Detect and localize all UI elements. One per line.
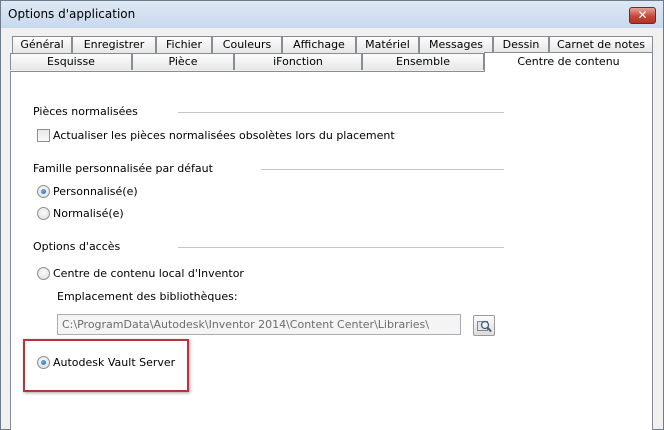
browse-folder-magnifier-icon bbox=[477, 319, 492, 333]
section-divider bbox=[178, 247, 504, 248]
radio-personnalise[interactable] bbox=[37, 185, 50, 198]
tab-piece[interactable]: Pièce bbox=[132, 53, 234, 70]
vault-server-highlight-box bbox=[23, 339, 189, 392]
section-title-default-family: Famille personnalisée par défaut bbox=[33, 162, 213, 175]
section-divider bbox=[261, 169, 504, 170]
tab-enregistrer[interactable]: Enregistrer bbox=[72, 36, 156, 53]
section-title-access-options: Options d'accès bbox=[33, 240, 121, 253]
application-options-window: Options d'application ✕ Général Enregist… bbox=[0, 0, 664, 430]
radio-personnalise-label: Personnalisé(e) bbox=[53, 185, 138, 198]
radio-normalise[interactable] bbox=[37, 207, 50, 220]
tab-dessin[interactable]: Dessin bbox=[493, 36, 549, 53]
tab-centre-de-contenu[interactable]: Centre de contenu bbox=[484, 52, 653, 72]
tab-affichage[interactable]: Affichage bbox=[282, 36, 356, 53]
radio-local-content-center[interactable] bbox=[37, 267, 50, 280]
section-divider bbox=[178, 112, 504, 113]
refresh-normalized-parts-label: Actualiser les pièces normalisées obsolè… bbox=[53, 129, 395, 142]
library-path-field[interactable]: C:\ProgramData\Autodesk\Inventor 2014\Co… bbox=[57, 314, 461, 335]
tab-couleurs[interactable]: Couleurs bbox=[212, 36, 282, 53]
browse-button[interactable] bbox=[473, 315, 495, 336]
tab-messages[interactable]: Messages bbox=[419, 36, 493, 53]
radio-selected-dot bbox=[41, 189, 46, 194]
tab-materiel[interactable]: Matériel bbox=[356, 36, 419, 53]
tab-general[interactable]: Général bbox=[12, 36, 72, 53]
tab-esquisse[interactable]: Esquisse bbox=[10, 53, 132, 70]
tab-carnet-de-notes[interactable]: Carnet de notes bbox=[549, 36, 653, 53]
radio-local-content-center-label: Centre de contenu local d'Inventor bbox=[53, 267, 244, 280]
tab-ensemble[interactable]: Ensemble bbox=[362, 53, 484, 70]
refresh-normalized-parts-checkbox[interactable] bbox=[37, 129, 50, 142]
tab-fichier[interactable]: Fichier bbox=[156, 36, 212, 53]
tab-strip: Général Enregistrer Fichier Couleurs Aff… bbox=[1, 1, 664, 73]
radio-normalise-label: Normalisé(e) bbox=[53, 207, 124, 220]
tab-ifonction[interactable]: iFonction bbox=[234, 53, 362, 70]
library-location-label: Emplacement des bibliothèques: bbox=[57, 290, 238, 303]
section-title-normalized-parts: Pièces normalisées bbox=[33, 105, 138, 118]
